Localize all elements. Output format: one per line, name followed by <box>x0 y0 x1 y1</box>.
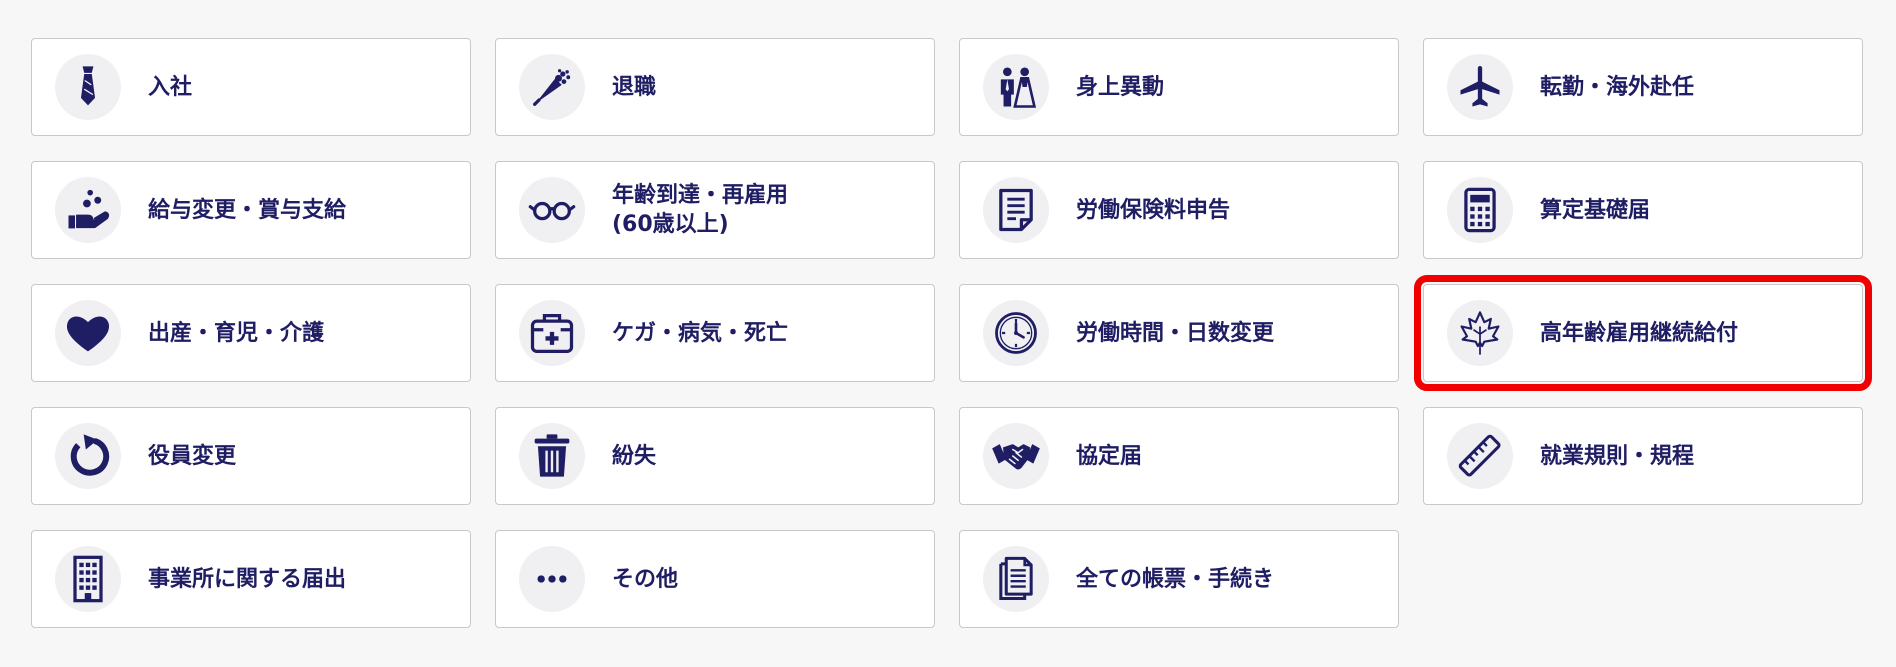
card-kyuyo-henko[interactable]: 給与変更・賞与支給 <box>31 161 471 259</box>
card-subete-chohyo[interactable]: 全ての帳票・手続き <box>959 530 1399 628</box>
card-label: 協定届 <box>1076 443 1143 469</box>
heart-icon <box>55 300 121 366</box>
card-label: 労働保険料申告 <box>1076 197 1231 223</box>
more-dots-icon <box>519 546 585 612</box>
card-label: 身上異動 <box>1076 74 1165 100</box>
card-shussan-ikuji[interactable]: 出産・育児・介護 <box>31 284 471 382</box>
card-label: 高年齢雇用継続給付 <box>1540 320 1739 346</box>
calculator-icon <box>1447 177 1513 243</box>
card-taishoku[interactable]: 退職 <box>495 38 935 136</box>
card-label: 紛失 <box>612 443 657 469</box>
airplane-icon <box>1447 54 1513 120</box>
card-santei-kiso[interactable]: 算定基礎届 <box>1423 161 1863 259</box>
handshake-icon <box>983 423 1049 489</box>
card-yakuin-henko[interactable]: 役員変更 <box>31 407 471 505</box>
card-label: 事業所に関する届出 <box>148 566 347 592</box>
card-tenkin[interactable]: 転勤・海外赴任 <box>1423 38 1863 136</box>
card-nenrei-totatsu[interactable]: 年齢到達・再雇用 (60歳以上) <box>495 161 935 259</box>
card-shinjo-ido[interactable]: 身上異動 <box>959 38 1399 136</box>
card-jigyosho-todokede[interactable]: 事業所に関する届出 <box>31 530 471 628</box>
card-label: 年齢到達・再雇用 (60歳以上) <box>612 183 789 237</box>
card-rodo-hokenryo[interactable]: 労働保険料申告 <box>959 161 1399 259</box>
card-kega-byoki[interactable]: ケガ・病気・死亡 <box>495 284 935 382</box>
maple-leaf-icon <box>1447 300 1513 366</box>
building-icon <box>55 546 121 612</box>
wedding-couple-icon <box>983 54 1049 120</box>
card-label: 入社 <box>148 74 193 100</box>
documents-icon <box>983 546 1049 612</box>
clock-icon <box>983 300 1049 366</box>
document-icon <box>983 177 1049 243</box>
card-label: 退職 <box>612 74 657 100</box>
card-label: 転勤・海外赴任 <box>1540 74 1695 100</box>
card-kyotei-todoke[interactable]: 協定届 <box>959 407 1399 505</box>
card-label: 出産・育児・介護 <box>148 320 325 346</box>
refresh-icon <box>55 423 121 489</box>
procedure-category-grid: 入社 退職 身上異動 転勤・海外赴任 給与変更・賞与支給 年齢到達・再雇用 (6… <box>31 38 1872 628</box>
bouquet-icon <box>519 54 585 120</box>
card-funshitsu[interactable]: 紛失 <box>495 407 935 505</box>
card-label: 労働時間・日数変更 <box>1076 320 1275 346</box>
card-label: 就業規則・規程 <box>1540 443 1695 469</box>
card-label: 全ての帳票・手続き <box>1076 566 1275 592</box>
card-label: その他 <box>612 566 679 592</box>
card-label: 給与変更・賞与支給 <box>148 197 347 223</box>
card-label: ケガ・病気・死亡 <box>612 320 789 346</box>
card-rodo-jikan[interactable]: 労働時間・日数変更 <box>959 284 1399 382</box>
card-nyusha[interactable]: 入社 <box>31 38 471 136</box>
card-shugyo-kisoku[interactable]: 就業規則・規程 <box>1423 407 1863 505</box>
ruler-icon <box>1447 423 1513 489</box>
necktie-icon <box>55 54 121 120</box>
card-konenrei-koyo-keizoku[interactable]: 高年齢雇用継続給付 <box>1414 275 1872 391</box>
first-aid-kit-icon <box>519 300 585 366</box>
trash-icon <box>519 423 585 489</box>
card-label: 役員変更 <box>148 443 237 469</box>
hand-coins-icon <box>55 177 121 243</box>
glasses-icon <box>519 177 585 243</box>
card-label: 算定基礎届 <box>1540 197 1651 223</box>
card-sonota[interactable]: その他 <box>495 530 935 628</box>
